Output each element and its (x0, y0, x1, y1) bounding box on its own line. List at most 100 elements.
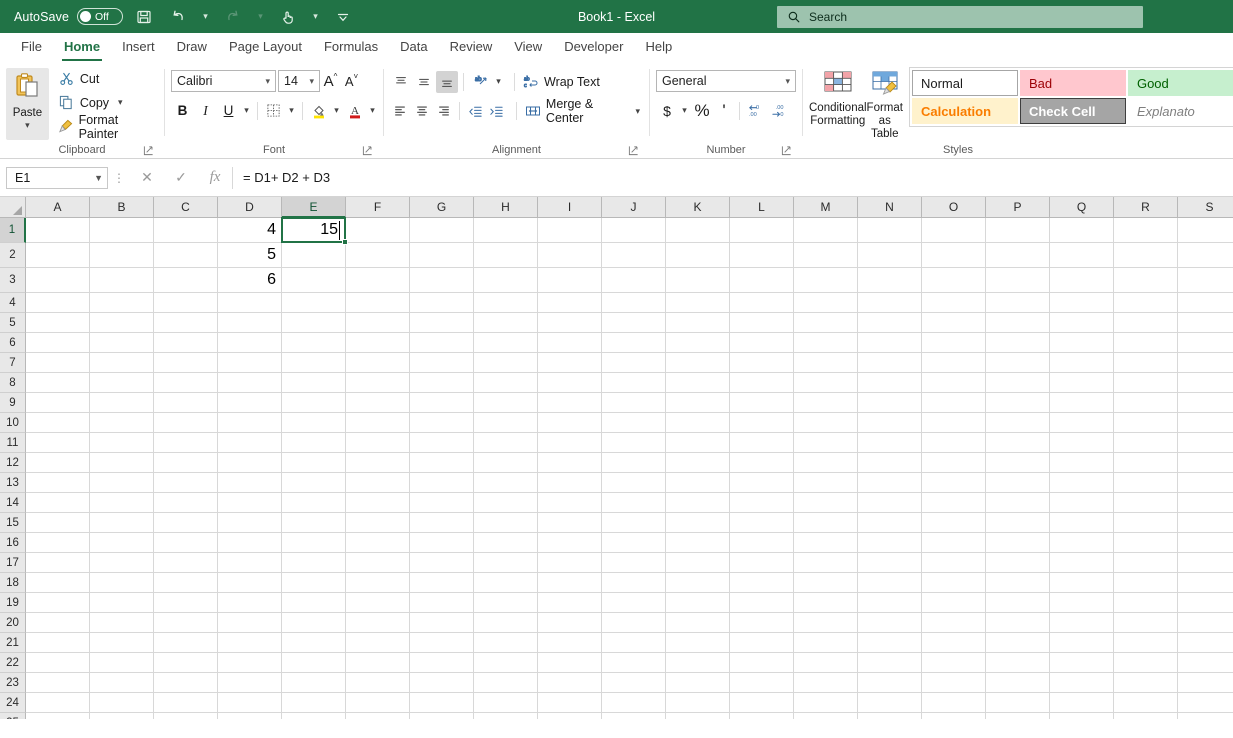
cell-b8[interactable] (90, 373, 154, 393)
cell-h9[interactable] (474, 393, 538, 413)
cell-e11[interactable] (282, 433, 346, 453)
cell-d1[interactable]: 4 (218, 218, 282, 243)
cell-k13[interactable] (666, 473, 730, 493)
cell-m16[interactable] (794, 533, 858, 553)
cell-j17[interactable] (602, 553, 666, 573)
merge-center-button[interactable]: Merge & Center ▾ (522, 97, 643, 125)
tab-home[interactable]: Home (53, 34, 111, 62)
tab-help[interactable]: Help (634, 34, 683, 62)
cell-o7[interactable] (922, 353, 986, 373)
cell-j21[interactable] (602, 633, 666, 653)
align-middle-button[interactable] (413, 71, 435, 93)
cell-m20[interactable] (794, 613, 858, 633)
cell-p5[interactable] (986, 313, 1050, 333)
cell-o2[interactable] (922, 243, 986, 268)
cell-a5[interactable] (26, 313, 90, 333)
select-all-corner[interactable] (0, 197, 26, 218)
cell-l21[interactable] (730, 633, 794, 653)
cell-g1[interactable] (410, 218, 474, 243)
column-header-j[interactable]: J (602, 197, 666, 218)
cell-h7[interactable] (474, 353, 538, 373)
cell-f14[interactable] (346, 493, 410, 513)
align-left-button[interactable] (390, 100, 411, 122)
cell-k19[interactable] (666, 593, 730, 613)
cell-c5[interactable] (154, 313, 218, 333)
cell-r12[interactable] (1114, 453, 1178, 473)
cell-a13[interactable] (26, 473, 90, 493)
cell-q4[interactable] (1050, 293, 1114, 313)
cell-n19[interactable] (858, 593, 922, 613)
decrease-decimal-button[interactable]: .00 0 (767, 100, 790, 122)
cell-f2[interactable] (346, 243, 410, 268)
cell-c13[interactable] (154, 473, 218, 493)
cell-j6[interactable] (602, 333, 666, 353)
cell-j25[interactable] (602, 713, 666, 719)
cell-s10[interactable] (1178, 413, 1233, 433)
cell-s3[interactable] (1178, 268, 1233, 293)
cell-r25[interactable] (1114, 713, 1178, 719)
row-header-4[interactable]: 4 (0, 293, 26, 313)
cell-b24[interactable] (90, 693, 154, 713)
tab-page-layout[interactable]: Page Layout (218, 34, 313, 62)
cell-a9[interactable] (26, 393, 90, 413)
cell-g16[interactable] (410, 533, 474, 553)
cell-n20[interactable] (858, 613, 922, 633)
cell-b20[interactable] (90, 613, 154, 633)
cell-h8[interactable] (474, 373, 538, 393)
cell-a22[interactable] (26, 653, 90, 673)
autosave-toggle[interactable]: Off (77, 8, 124, 25)
cell-p2[interactable] (986, 243, 1050, 268)
cell-o14[interactable] (922, 493, 986, 513)
cell-s18[interactable] (1178, 573, 1233, 593)
clipboard-dialog-launcher-icon[interactable] (142, 145, 154, 157)
search-box[interactable]: Search (777, 6, 1143, 28)
cell-q12[interactable] (1050, 453, 1114, 473)
cell-k22[interactable] (666, 653, 730, 673)
cell-e20[interactable] (282, 613, 346, 633)
cell-l16[interactable] (730, 533, 794, 553)
cell-s17[interactable] (1178, 553, 1233, 573)
cell-f25[interactable] (346, 713, 410, 719)
borders-dropdown-icon[interactable]: ▾ (285, 99, 298, 122)
column-header-r[interactable]: R (1114, 197, 1178, 218)
cell-e14[interactable] (282, 493, 346, 513)
cell-g7[interactable] (410, 353, 474, 373)
redo-icon[interactable] (220, 5, 246, 29)
cell-i23[interactable] (538, 673, 602, 693)
tab-data[interactable]: Data (389, 34, 438, 62)
cell-l5[interactable] (730, 313, 794, 333)
cell-i5[interactable] (538, 313, 602, 333)
cell-g24[interactable] (410, 693, 474, 713)
cell-k8[interactable] (666, 373, 730, 393)
cell-c16[interactable] (154, 533, 218, 553)
font-size-dropdown-icon[interactable]: ▾ (306, 76, 317, 87)
cell-q24[interactable] (1050, 693, 1114, 713)
cell-b4[interactable] (90, 293, 154, 313)
cell-b13[interactable] (90, 473, 154, 493)
tab-file[interactable]: File (10, 34, 53, 62)
cell-p14[interactable] (986, 493, 1050, 513)
cell-r7[interactable] (1114, 353, 1178, 373)
font-name-dropdown-icon[interactable]: ▾ (262, 76, 273, 87)
cell-q3[interactable] (1050, 268, 1114, 293)
cell-d24[interactable] (218, 693, 282, 713)
cell-k23[interactable] (666, 673, 730, 693)
cell-p9[interactable] (986, 393, 1050, 413)
cell-f15[interactable] (346, 513, 410, 533)
percent-style-button[interactable]: % (691, 100, 713, 122)
cell-f13[interactable] (346, 473, 410, 493)
cell-g15[interactable] (410, 513, 474, 533)
cell-i15[interactable] (538, 513, 602, 533)
cell-b14[interactable] (90, 493, 154, 513)
cell-i14[interactable] (538, 493, 602, 513)
cell-m7[interactable] (794, 353, 858, 373)
align-right-button[interactable] (433, 100, 454, 122)
cell-k17[interactable] (666, 553, 730, 573)
cell-b21[interactable] (90, 633, 154, 653)
currency-dropdown-icon[interactable]: ▾ (678, 99, 691, 122)
cell-f22[interactable] (346, 653, 410, 673)
cell-n7[interactable] (858, 353, 922, 373)
cell-q20[interactable] (1050, 613, 1114, 633)
cell-h10[interactable] (474, 413, 538, 433)
cell-a25[interactable] (26, 713, 90, 719)
